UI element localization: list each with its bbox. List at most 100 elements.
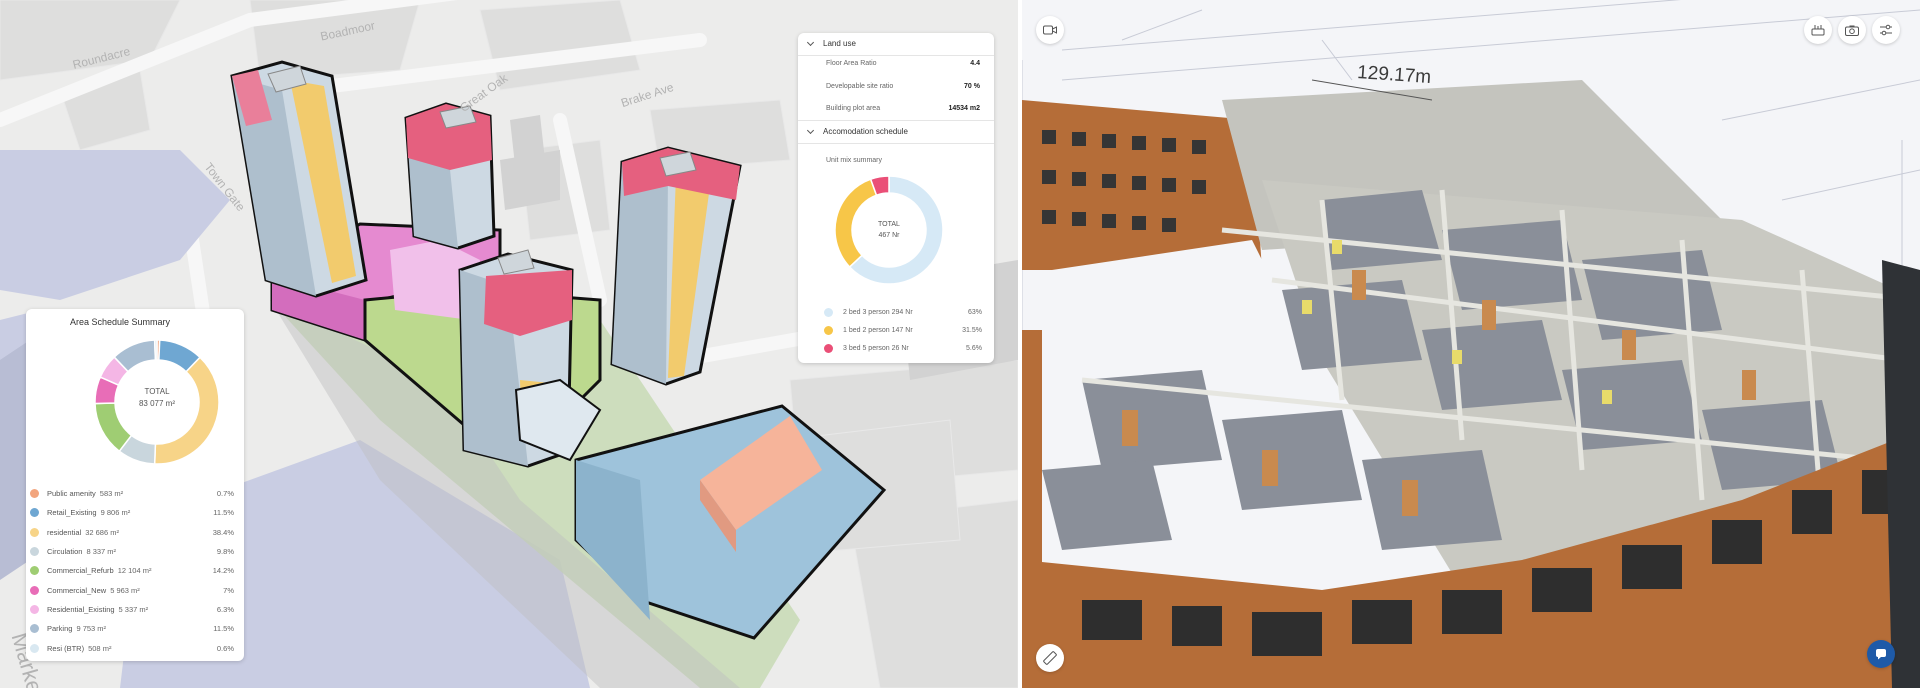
- legend-swatch: [824, 326, 833, 335]
- legend-pct: 0.7%: [216, 489, 234, 499]
- legend-label: Residential_Existing 5 337 m²: [47, 605, 206, 614]
- legend-area: 12 104 m²: [117, 566, 152, 576]
- legend-name: Residential_Existing: [47, 604, 115, 614]
- unit-legend-item: 3 bed 5 person 26 Nr 5.6%: [824, 344, 982, 353]
- legend-swatch: [30, 547, 39, 557]
- area-legend-item: residential 32 686 m² 38.4%: [30, 523, 234, 542]
- legend-pct: 11.5%: [213, 508, 234, 518]
- legend-area: 9 806 m²: [100, 508, 131, 518]
- unit-total-label: TOTAL: [878, 221, 900, 228]
- unit-mix-title: Unit mix summary: [826, 157, 883, 164]
- walkthrough-icon: [1811, 25, 1825, 36]
- legend-swatch: [824, 308, 833, 317]
- building-canvas: [1022, 0, 1920, 688]
- unit-mix-donut-chart: [834, 175, 944, 285]
- ruler-icon: [1043, 651, 1057, 665]
- settings-sliders-icon: [1880, 24, 1892, 36]
- legend-label: Commercial_New 5 963 m²: [47, 586, 206, 595]
- chevron-down-icon: [806, 126, 815, 134]
- area-schedule-title: Area Schedule Summary: [70, 317, 171, 327]
- land-use-row: Developable site ratio 70 %: [826, 83, 980, 90]
- legend-area: 5 337 m²: [118, 604, 149, 614]
- legend-pct: 7%: [223, 585, 234, 595]
- legend-area: 8 337 m²: [86, 547, 117, 557]
- legend-name: Circulation: [47, 547, 83, 557]
- area-legend-item: Public amenity 583 m² 0.7%: [30, 484, 234, 503]
- legend-area: 508 m²: [88, 643, 112, 653]
- legend-label: residential 32 686 m²: [47, 528, 206, 537]
- area-legend-item: Commercial_Refurb 12 104 m² 14.2%: [30, 561, 234, 580]
- divider: [798, 120, 994, 121]
- camera-button[interactable]: [1838, 16, 1866, 44]
- legend-pct: 11.5%: [213, 624, 234, 634]
- measure-button[interactable]: [1036, 644, 1064, 672]
- legend-label: Retail_Existing 9 806 m²: [47, 508, 206, 517]
- video-camera-icon: [1043, 25, 1057, 35]
- legend-name: Resi (BTR): [47, 643, 85, 653]
- land-use-title: Land use: [823, 39, 856, 48]
- legend-area: 583 m²: [99, 489, 124, 499]
- video-camera-button[interactable]: [1036, 16, 1064, 44]
- walkthrough-button[interactable]: [1804, 16, 1832, 44]
- unit-legend-item: 2 bed 3 person 294 Nr 63%: [824, 308, 982, 317]
- legend-swatch: [30, 489, 39, 499]
- legend-swatch: [30, 624, 39, 634]
- area-legend-item: Parking 9 753 m² 11.5%: [30, 619, 234, 638]
- donut-slice-2: [153, 356, 220, 465]
- area-legend-item: Circulation 8 337 m² 9.8%: [30, 542, 234, 561]
- divider: [798, 143, 994, 144]
- legend-label: Public amenity 583 m²: [47, 489, 206, 498]
- divider: [798, 55, 994, 56]
- building-3d-view[interactable]: 129.17m: [1022, 0, 1920, 688]
- accommodation-header[interactable]: Accomodation schedule: [806, 126, 908, 136]
- legend-label: Commercial_Refurb 12 104 m²: [47, 566, 206, 575]
- area-legend-item: Resi (BTR) 508 m² 0.6%: [30, 638, 234, 657]
- land-use-row: Floor Area Ratio 4.4: [826, 60, 980, 67]
- land-use-header[interactable]: Land use: [806, 38, 856, 48]
- chat-icon: [1876, 649, 1886, 660]
- area-schedule-legend: Public amenity 583 m² 0.7% Retail_Existing 9…: [30, 484, 234, 658]
- legend-label: 1 bed 2 person 147 Nr: [843, 327, 913, 334]
- legend-pct: 0.6%: [216, 643, 234, 653]
- legend-name: Public amenity: [47, 489, 96, 499]
- area-legend-item: Commercial_New 5 963 m² 7%: [30, 580, 234, 599]
- legend-name: Parking: [47, 624, 73, 634]
- legend-label: Resi (BTR) 508 m²: [47, 644, 206, 653]
- legend-pct: 6.3%: [216, 604, 234, 614]
- chat-button[interactable]: [1867, 640, 1895, 668]
- legend-area: 32 686 m²: [85, 527, 119, 537]
- unit-legend-item: 1 bed 2 person 147 Nr 31.5%: [824, 326, 982, 335]
- legend-pct: 9.8%: [216, 547, 234, 557]
- measurement-line: [1312, 79, 1432, 101]
- legend-pct: 14.2%: [212, 566, 234, 576]
- land-use-row: Building plot area 14534 m2: [826, 105, 980, 112]
- area-total-label: TOTAL: [144, 387, 170, 396]
- legend-name: Commercial_Refurb: [47, 566, 114, 576]
- land-use-card: Land use Floor Area Ratio 4.4 Developable…: [798, 33, 994, 363]
- legend-pct: 5.6%: [966, 345, 982, 352]
- legend-name: Commercial_New: [47, 585, 107, 595]
- settings-button[interactable]: [1872, 16, 1900, 44]
- legend-label: Parking 9 753 m²: [47, 624, 206, 633]
- area-legend-item: Retail_Existing 9 806 m² 11.5%: [30, 503, 234, 522]
- chevron-down-icon: [806, 38, 815, 46]
- legend-swatch: [30, 508, 39, 518]
- legend-name: residential: [47, 527, 82, 537]
- legend-swatch: [30, 527, 39, 537]
- accommodation-title: Accomodation schedule: [823, 127, 908, 136]
- legend-label: 2 bed 3 person 294 Nr: [843, 309, 913, 316]
- legend-name: Retail_Existing: [47, 508, 97, 518]
- legend-swatch: [30, 604, 39, 614]
- donut-slice-8: [153, 339, 158, 361]
- unit-total-value: 467 Nr: [878, 232, 900, 239]
- legend-label: 3 bed 5 person 26 Nr: [843, 345, 909, 352]
- camera-icon: [1845, 25, 1859, 36]
- legend-pct: 31.5%: [962, 327, 982, 334]
- legend-area: 9 753 m²: [76, 624, 107, 634]
- legend-label: Circulation 8 337 m²: [47, 547, 206, 556]
- area-legend-item: Residential_Existing 5 337 m² 6.3%: [30, 600, 234, 619]
- legend-area: 5 963 m²: [110, 585, 140, 595]
- legend-pct: 63%: [967, 309, 982, 316]
- legend-swatch: [30, 585, 39, 595]
- legend-swatch: [824, 344, 833, 353]
